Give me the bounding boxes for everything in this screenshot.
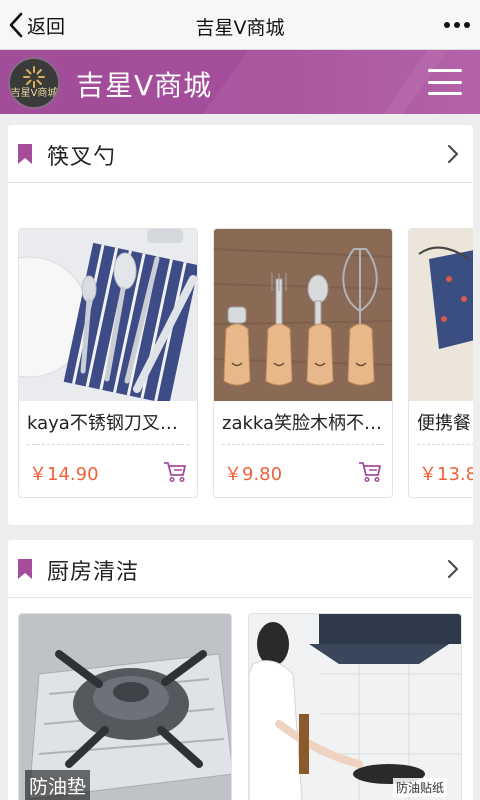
page-title: 吉星V商城	[195, 17, 285, 39]
product-image	[249, 614, 461, 800]
chevron-right-icon	[448, 560, 458, 578]
product-name: 便携餐	[417, 413, 471, 434]
logo-text: 吉星V商城	[10, 88, 58, 99]
cart-icon[interactable]	[358, 461, 382, 483]
product-image	[19, 229, 197, 401]
section-kitchen-cleaning: 厨房清洁 防油垫 防油贴纸	[8, 540, 473, 800]
product-row: 防油垫 防油贴纸	[8, 613, 473, 800]
product-card[interactable]: kaya不锈钢刀叉… ￥14.90	[18, 228, 198, 498]
product-price: ￥14.90	[29, 464, 99, 485]
bookmark-icon	[18, 559, 32, 579]
product-overlay-label: 防油垫	[25, 770, 91, 800]
product-name: zakka笑脸木柄不…	[222, 413, 383, 434]
shop-logo[interactable]: 吉星V商城	[8, 57, 60, 109]
section-cutlery: 筷叉勺 kaya不锈钢刀叉… ￥14.90 zakka笑脸木柄不… ￥9.80 …	[8, 125, 473, 525]
more-icon[interactable]	[444, 15, 470, 35]
product-card[interactable]: zakka笑脸木柄不… ￥9.80	[213, 228, 393, 498]
bookmark-icon	[18, 144, 32, 164]
product-overlay-label: 防油贴纸	[392, 778, 447, 797]
shop-header: 吉星V商城 吉星V商城	[0, 50, 480, 114]
product-name: kaya不锈钢刀叉…	[27, 413, 178, 434]
product-card[interactable]: 便携餐 ￥13.8	[408, 228, 473, 498]
product-image	[409, 229, 473, 401]
chevron-right-icon	[448, 145, 458, 163]
top-nav-bar: 返回 吉星V商城	[0, 0, 480, 50]
menu-icon[interactable]	[428, 69, 462, 95]
section-header[interactable]: 厨房清洁	[8, 540, 473, 598]
product-price: ￥13.8	[419, 464, 473, 485]
product-image	[214, 229, 392, 401]
product-price: ￥9.80	[224, 464, 283, 485]
cart-icon[interactable]	[163, 461, 187, 483]
product-card[interactable]: 防油垫	[18, 613, 232, 800]
product-row: kaya不锈钢刀叉… ￥14.90 zakka笑脸木柄不… ￥9.80 便携餐 …	[18, 228, 473, 498]
section-title: 筷叉勺	[47, 145, 117, 170]
section-title: 厨房清洁	[47, 560, 140, 585]
section-header[interactable]: 筷叉勺	[8, 125, 473, 183]
product-card[interactable]: 防油贴纸	[248, 613, 462, 800]
brand-title: 吉星V商城	[76, 69, 213, 102]
